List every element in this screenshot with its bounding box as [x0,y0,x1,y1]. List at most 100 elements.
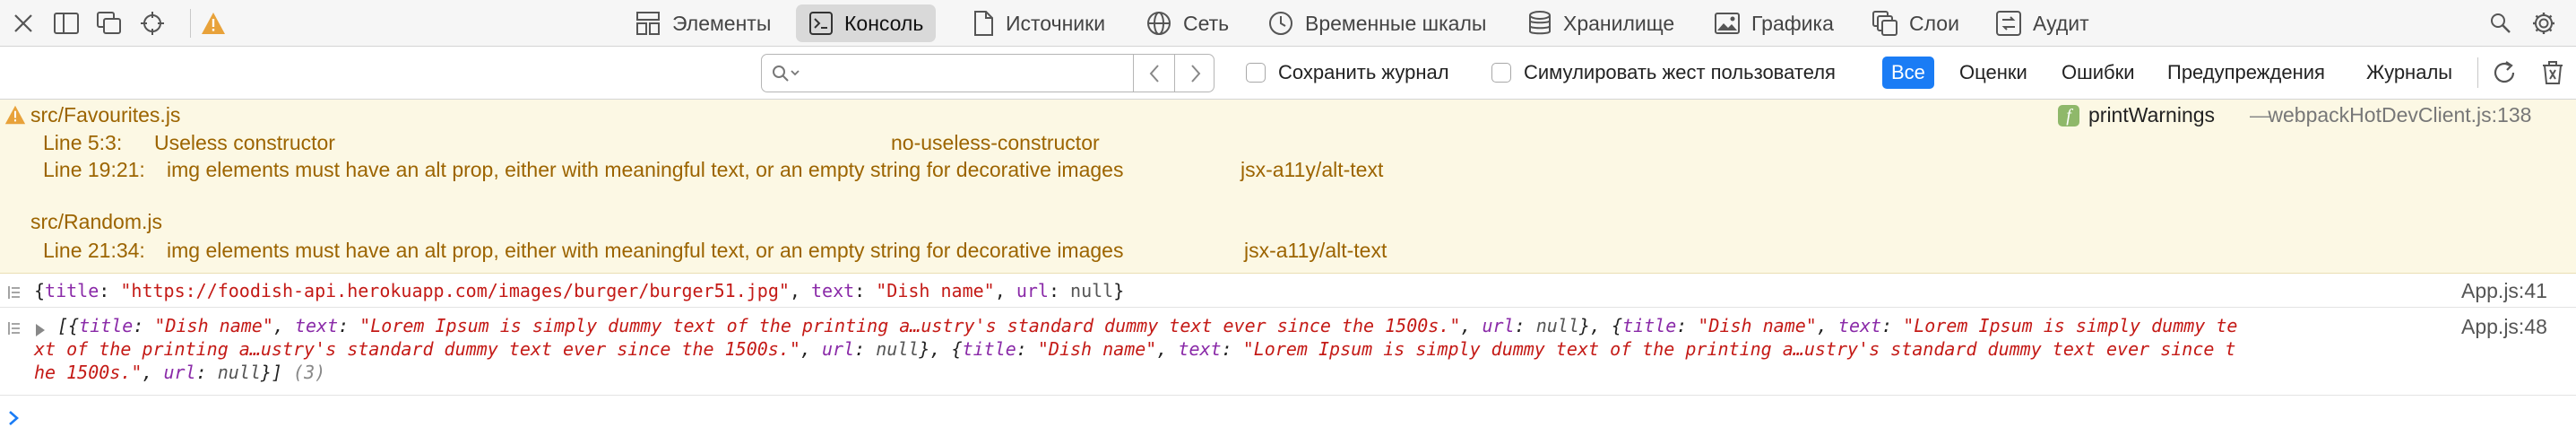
call-frame-function[interactable]: printWarnings [2088,103,2215,127]
object-string-value: "Dish name" [1037,338,1157,360]
level-label: Все [1891,61,1925,83]
tab-label: Хранилище [1563,11,1675,35]
preserve-log-checkbox[interactable]: Сохранить журнал [1246,61,1449,84]
tab-label: Аудит [2033,11,2089,35]
source-link-text: webpackHotDevClient.js:138 [2268,103,2532,127]
level-errors-button[interactable]: Ошибки [2053,57,2144,89]
object-key: title [45,280,99,301]
gear-icon[interactable] [2526,5,2562,41]
log-lines-icon [7,318,22,343]
close-icon[interactable] [5,5,41,41]
log-lines-icon [7,282,22,307]
object-string-value: "Dish name" [876,280,995,301]
object-string-value: "https://foodish-api.herokuapp.com/image… [120,280,790,301]
chevron-right-icon [1190,64,1200,83]
level-label: Оценки [1959,61,2027,83]
preserve-log-label: Сохранить журнал [1278,61,1449,83]
tab-audit[interactable]: Аудит [1983,4,2102,42]
tab-sources[interactable]: Источники [959,4,1118,42]
level-evaluations-button[interactable]: Оценки [1950,57,2036,89]
object-null-value: null [217,362,261,383]
warning-icon[interactable] [195,5,231,41]
reload-icon[interactable] [2488,57,2520,89]
trash-icon[interactable] [2537,57,2569,89]
object-key: url [1016,280,1049,301]
object-key: title [1622,315,1677,336]
level-label: Ошибки [2062,61,2135,83]
tab-graphics[interactable]: Графика [1701,4,1846,42]
dock-side-icon[interactable] [48,5,84,41]
devtools-tab-bar: Элементы Консоль Источники Сеть Временны… [0,0,2576,47]
toolbar-divider [190,9,191,38]
search-icon[interactable] [2483,5,2519,41]
checkbox-box[interactable] [1246,63,1266,83]
tab-console[interactable]: Консоль [796,4,937,42]
filter-search-input[interactable] [807,59,1174,88]
tab-storage[interactable]: Хранилище [1515,4,1687,42]
tab-network[interactable]: Сеть [1133,4,1241,42]
next-match-button[interactable] [1174,55,1214,92]
object-null-value: null [1535,315,1579,336]
tab-timelines[interactable]: Временные шкалы [1255,4,1499,42]
warning-file-name: src/Favourites.js [30,103,181,127]
simulate-gesture-label: Симулировать жест пользователя [1524,61,1836,83]
object-key: url [163,362,196,383]
object-string-value: "Lorem Ipsum is simply dummy text of the… [1242,338,2236,360]
simulate-gesture-checkbox[interactable]: Симулировать жест пользователя [1491,61,1836,84]
source-link[interactable]: App.js:48 [2456,315,2547,339]
search-icon [771,64,801,90]
level-all-button[interactable]: Все [1882,57,1934,89]
object-string-value: he 1500s." [34,362,143,383]
tab-layers[interactable]: Слои [1859,4,1972,42]
tab-label: Элементы [672,11,772,35]
warning-line-message: img elements must have an alt prop, eith… [167,158,1124,181]
warning-line-location: Line 21:34: [43,239,145,262]
previous-match-button[interactable] [1133,55,1174,92]
source-link[interactable]: App.js:41 [2461,279,2547,303]
array-count: (3) [293,362,326,383]
warning-rule: jsx-a11y/alt-text [1244,239,1387,262]
object-key: url [822,338,855,360]
tab-label: Слои [1909,11,1959,35]
warning-file-name: src/Random.js [30,210,162,233]
elements-icon [636,12,660,35]
level-warnings-button[interactable]: Предупреждения [2158,57,2334,89]
object-string-value: xt of the printing a…ustry's standard du… [34,338,800,360]
object-key: text [811,280,855,301]
object-null-value: null [876,338,920,360]
object-key: title [79,315,134,336]
object-key: url [1482,315,1515,336]
warning-icon [4,104,27,132]
console-prompt-chevron-icon[interactable] [5,407,23,435]
level-logs-button[interactable]: Журналы [2357,57,2461,89]
filter-search-box [761,54,1215,92]
call-frame-source-link[interactable]: webpackHotDevClient.js:138 [2262,103,2531,127]
database-icon [1529,11,1551,35]
tab-label: Источники [1006,11,1106,35]
log-array-preview-continued[interactable]: xt of the printing a…ustry's standard du… [34,337,2235,361]
clock-icon [1269,12,1292,35]
log-object-preview[interactable]: {title: "https://foodish-api.herokuapp.c… [34,279,1124,302]
filter-bar-divider [2477,57,2478,88]
warning-rule: jsx-a11y/alt-text [1240,158,1384,181]
object-key: text [1837,315,1882,336]
log-array-preview-continued[interactable]: he 1500s.", url: null}] (3) [34,361,325,384]
warning-line-location: Line 19:21: [43,158,145,181]
level-label: Журналы [2366,61,2453,83]
object-string-value: "Lorem Ipsum is simply dummy text of the… [359,315,1461,336]
undock-icon[interactable] [91,5,127,41]
image-icon [1715,13,1740,34]
object-string-value: "Lorem Ipsum is simply dummy te [1903,315,2238,336]
warning-line-location: Line 5:3: [43,131,123,154]
globe-icon [1147,12,1171,35]
tab-elements[interactable]: Элементы [622,4,783,42]
checkbox-box[interactable] [1491,63,1511,83]
log-array-preview[interactable]: [{title: "Dish name", text: "Lorem Ipsum… [57,314,2237,337]
tab-label: Графика [1751,11,1834,35]
object-string-value: "Dish name" [1698,315,1817,336]
audit-icon [1996,11,2021,36]
warning-line-message: img elements must have an alt prop, eith… [167,239,1124,262]
object-string-value: "Dish name" [154,315,273,336]
console-icon [809,12,833,35]
inspect-target-icon[interactable] [134,5,170,41]
